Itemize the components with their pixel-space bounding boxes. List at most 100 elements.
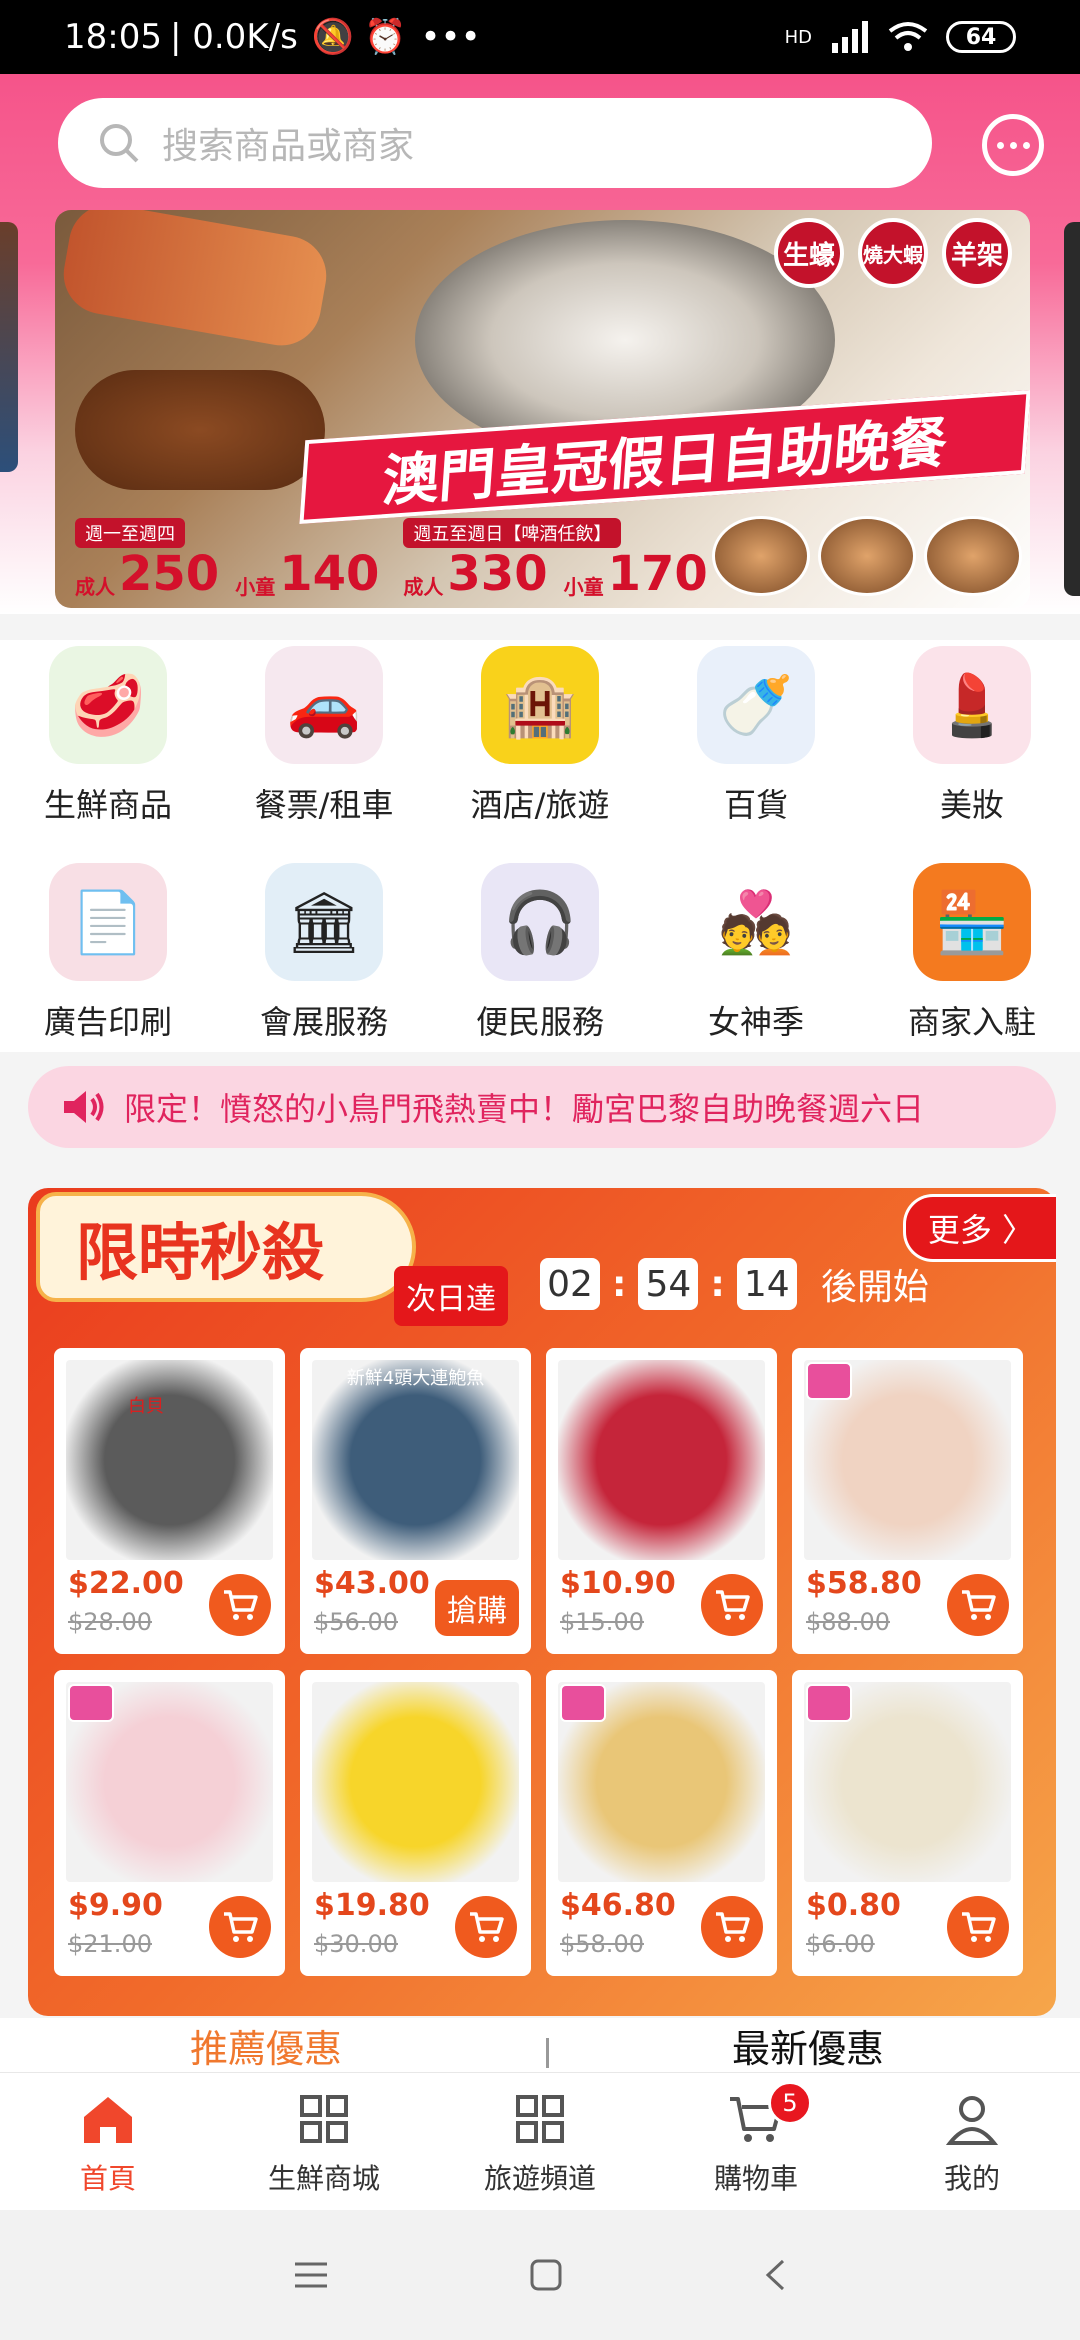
product-price: $0.80 [806,1888,901,1923]
banner-prev-peek[interactable] [0,222,18,472]
nav-item[interactable]: 5 購物車 [648,2073,864,2210]
category-label: 廣告印刷 [43,1003,172,1041]
nav-item[interactable]: 首頁 [0,2073,216,2210]
product-original-price: $58.00 [560,1930,644,1958]
category-item[interactable]: 🚗 餐票/租車 [216,646,432,835]
add-to-cart-icon[interactable] [947,1574,1009,1636]
countdown-timer: 02 : 54 : 14 後開始 [540,1258,929,1310]
add-to-cart-icon[interactable] [701,1574,763,1636]
category-item[interactable]: 💄 美妝 [864,646,1080,835]
weekday-tag: 週一至週四 [75,518,185,548]
category-label: 便民服務 [475,1003,604,1041]
grab-button[interactable]: 搶購 [435,1580,519,1636]
tab-recommended[interactable]: 推薦優惠 [190,2018,342,2072]
product-card[interactable]: $46.80 $58.00 [546,1670,777,1976]
category-item[interactable]: 📄 廣告印刷 [0,863,216,1052]
bottom-nav: 首頁 生鮮商城 旅遊頻道 5 購物車 我的 [0,2072,1080,2210]
product-original-price: $6.00 [806,1930,875,1958]
product-original-price: $15.00 [560,1608,644,1636]
home-square-icon[interactable] [529,2258,563,2292]
category-label: 女神季 [707,1003,804,1041]
signal-icon [832,21,868,53]
product-price: $9.90 [68,1888,163,1923]
product-card[interactable]: $10.90 $15.00 [546,1348,777,1654]
product-price: $19.80 [314,1888,430,1923]
ribs-image [75,370,325,490]
nav-item[interactable]: 生鮮商城 [216,2073,432,2210]
search-input[interactable]: 搜索商品或商家 [58,98,932,188]
grid-icon [514,2093,566,2149]
tab-divider [546,2038,549,2068]
product-image [558,1360,765,1560]
product-card[interactable]: $58.80 $88.00 [792,1348,1023,1654]
goddess-season-icon: 💑 [697,863,815,981]
search-placeholder: 搜索商品或商家 [162,126,415,167]
category-item[interactable]: 🥩 生鮮商品 [0,646,216,835]
store-logo-icon [68,1684,114,1722]
exhibition-icon: 🏛 [265,863,383,981]
back-icon[interactable] [763,2258,787,2292]
add-to-cart-icon[interactable] [209,1896,271,1958]
chat-icon[interactable] [982,114,1044,176]
department-store-icon: 🍼 [697,646,815,764]
price-label: 小童 [563,575,604,599]
product-card[interactable]: $9.90 $21.00 [54,1670,285,1976]
price-label: 成人 [403,575,444,599]
add-to-cart-icon[interactable] [455,1896,517,1958]
price-value: 140 [279,546,380,602]
tab-latest[interactable]: 最新優惠 [732,2018,884,2072]
system-nav-bar [0,2210,1080,2340]
store-logo-icon [560,1684,606,1722]
status-speed: | 0.0K/s [169,17,298,57]
banner-next-peek[interactable] [1064,222,1080,596]
product-card[interactable]: $19.80 $30.00 [300,1670,531,1976]
banner-prices: 週一至週四 成人 250 小童 140 週五至週日【啤酒任飲】 成人 330 小童 17… [75,518,708,600]
badge-prawn: 燒大蝦 [858,218,928,288]
mute-icon: 🔕 [311,17,355,57]
product-caption: 新鮮4頭大連鮑魚 [346,1368,485,1389]
product-price: $22.00 [68,1566,184,1601]
menu-icon[interactable] [293,2260,329,2290]
speaker-icon [64,1091,104,1123]
next-day-badge: 次日達 [394,1266,508,1326]
nav-label: 首頁 [79,2162,136,2195]
product-card[interactable]: $0.80 $6.00 [792,1670,1023,1976]
category-label: 商家入駐 [907,1003,1036,1041]
nav-label: 生鮮商城 [267,2162,380,2195]
product-card[interactable]: 新鮮4頭大連鮑魚 $43.00 $56.00 搶購 [300,1348,531,1654]
price-value: 170 [607,546,708,602]
category-item[interactable]: 🏛 會展服務 [216,863,432,1052]
product-original-price: $88.00 [806,1608,890,1636]
category-label: 百貨 [723,786,788,824]
more-button[interactable]: 更多 〉 [902,1194,1056,1262]
category-label: 美妝 [939,786,1004,824]
add-to-cart-icon[interactable] [209,1574,271,1636]
category-item[interactable]: 💑 女神季 [648,863,864,1052]
nav-label: 旅遊頻道 [483,2162,596,2195]
add-to-cart-icon[interactable] [947,1896,1009,1958]
banner-thumbs [712,516,1022,596]
meal-car-icon: 🚗 [265,646,383,764]
merchant-join-icon: 🏪 [913,863,1031,981]
category-item[interactable]: 🎧 便民服務 [432,863,648,1052]
product-original-price: $30.00 [314,1930,398,1958]
category-item[interactable]: 🍼 百貨 [648,646,864,835]
network-label: HD [784,26,812,48]
announcement-bar[interactable]: 限定！憤怒的小鳥門飛熱賣中！勵宮巴黎自助晚餐週六日 [28,1066,1056,1148]
countdown-hours: 02 [540,1258,600,1310]
product-card[interactable]: 白貝 $22.00 $28.00 [54,1348,285,1654]
product-grid: 白貝 $22.00 $28.00 新鮮4頭大連鮑魚 $43.00 $56.00 搶購 $10.… [54,1348,1023,1976]
promo-banner[interactable]: 生蠔 燒大蝦 羊架 澳門皇冠假日自助晚餐 週一至週四 成人 250 小童 140 週… [55,210,1030,608]
product-note: 白貝 [128,1396,164,1417]
product-price: $46.80 [560,1888,676,1923]
store-logo-icon [806,1684,852,1722]
nav-item[interactable]: 我的 [864,2073,1080,2210]
add-to-cart-icon[interactable] [701,1896,763,1958]
category-item[interactable]: 🏪 商家入駐 [864,863,1080,1052]
category-grid: 🥩 生鮮商品 🚗 餐票/租車 🏨 酒店/旅遊 🍼 百貨 💄 美妝 📄 廣告印刷 🏛 會展服務 🎧 便民服務 💑 女… [0,640,1080,1052]
category-item[interactable]: 🏨 酒店/旅遊 [432,646,648,835]
product-price: $10.90 [560,1566,676,1601]
countdown-suffix: 後開始 [820,1267,929,1308]
nav-item[interactable]: 旅遊頻道 [432,2073,648,2210]
countdown-seconds: 14 [736,1258,797,1310]
